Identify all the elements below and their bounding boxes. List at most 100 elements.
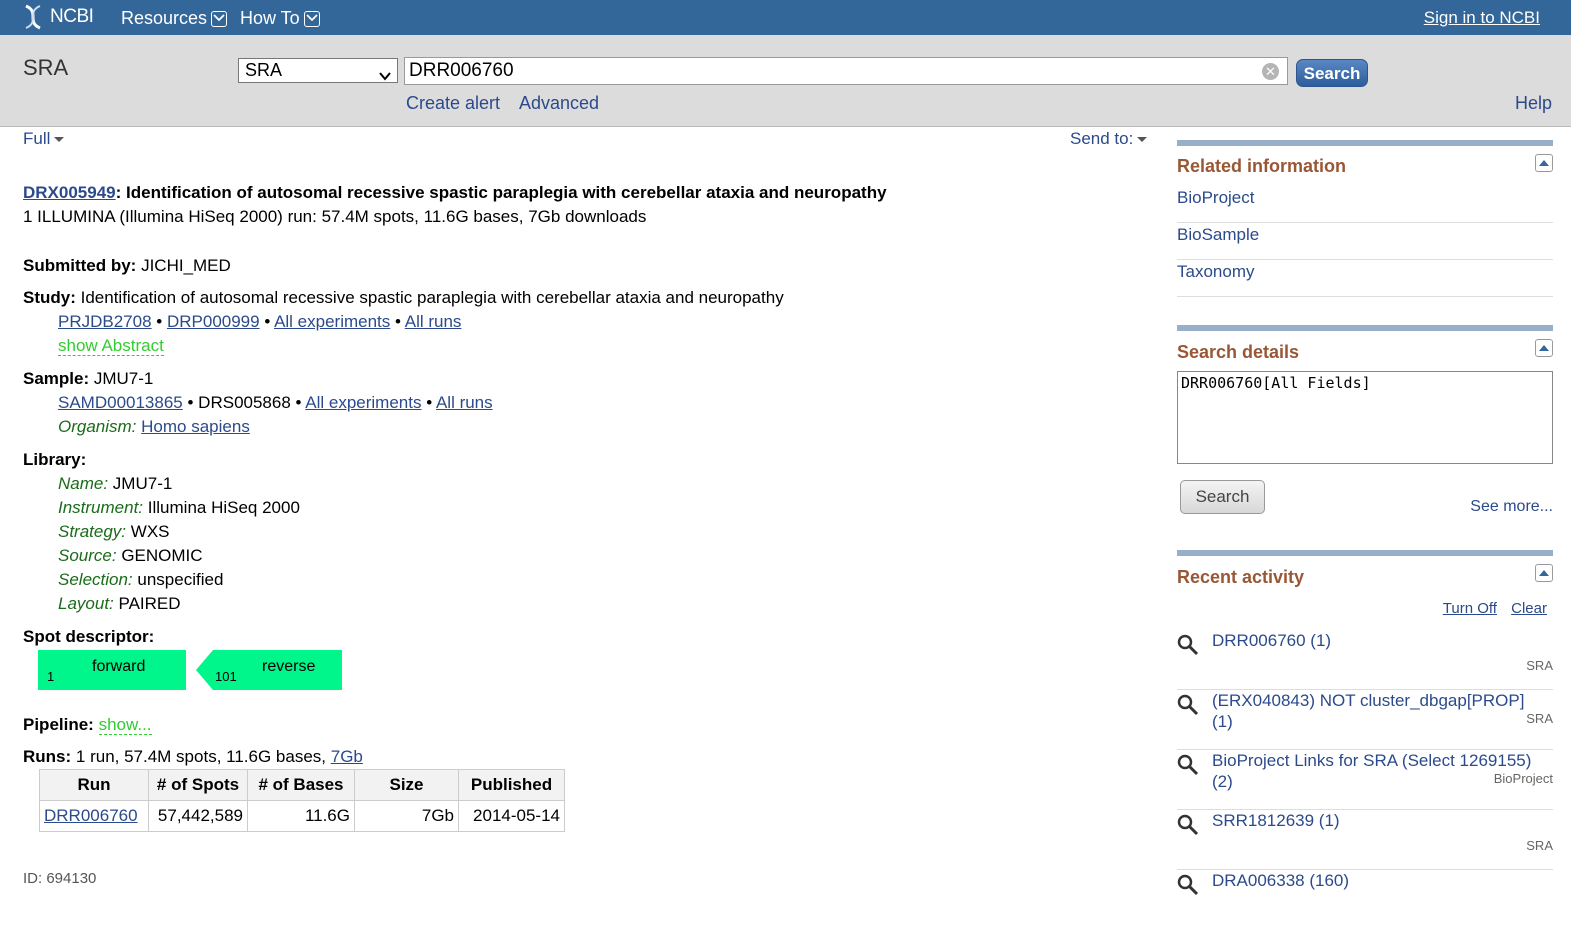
recent-activity-portlet: Recent activity Turn Off Clear DRR006760… [1177,550,1553,896]
related-item-bioproject[interactable]: BioProject [1177,186,1553,223]
see-more-link[interactable]: See more... [1470,498,1553,516]
collapse-icon[interactable] [1535,564,1553,582]
chevron-down-icon [211,10,228,27]
search-details-title: Search details [1177,342,1300,362]
study-all-runs-link[interactable]: All runs [405,312,462,331]
magnifier-icon [1177,814,1199,836]
biosample-link[interactable]: SAMD00013865 [58,393,183,412]
clear-link[interactable]: Clear [1511,600,1547,617]
send-to-menu[interactable]: Send to: [1070,129,1148,149]
collapse-icon[interactable] [1535,154,1553,172]
spot-descriptor-label: Spot descriptor: [23,627,155,646]
recent-activity-text: DRR006760 (1) [1212,631,1332,650]
library-label: Library: [23,450,87,469]
published-cell: 2014-05-14 [458,800,565,832]
collapse-icon[interactable] [1535,339,1553,357]
record-id: ID: 694130 [23,870,97,887]
search-input[interactable]: DRR006760 ✕ [404,57,1288,85]
study-label: Study: [23,288,76,307]
ncbi-logo[interactable]: NCBI [22,3,94,31]
sample-all-experiments-link[interactable]: All experiments [305,393,421,412]
study-accession-link[interactable]: DRP000999 [167,312,260,331]
related-information-portlet: Related information BioProject BioSample… [1177,140,1553,297]
search-input-value: DRR006760 [409,60,514,81]
library-field-value: Illumina HiSeq 2000 [143,498,300,517]
sample-links: SAMD00013865 • DRS005868 • All experimen… [58,393,493,413]
ncbi-logo-text: NCBI [50,6,94,27]
search-details-button[interactable]: Search [1180,480,1265,514]
recent-activity-db: SRA [1526,711,1553,726]
separator: • [182,393,199,412]
pipeline-label: Pipeline: [23,715,94,734]
organism-link[interactable]: Homo sapiens [141,417,250,436]
library-field-label: Selection: [58,570,133,589]
magnifier-icon [1177,754,1199,776]
experiment-accession-link[interactable]: DRX005949 [23,183,116,202]
runs-label: Runs: [23,747,72,766]
sample-line: Sample: JMU7-1 [23,369,153,389]
recent-activity-item[interactable]: SRR1812639 (1) SRA [1177,810,1553,870]
related-item-taxonomy[interactable]: Taxonomy [1177,260,1553,297]
recent-activity-item[interactable]: BioProject Links for SRA (Select 1269155… [1177,750,1553,810]
table-row: DRR006760 57,442,589 11.6G 7Gb 2014-05-1… [39,800,565,832]
howto-menu[interactable]: How To [240,8,320,29]
sign-in-link[interactable]: Sign in to NCBI [1424,8,1540,28]
column-header-size: Size [354,769,459,801]
display-format-menu[interactable]: Full [23,129,65,149]
advanced-search-link[interactable]: Advanced [519,93,599,114]
reverse-label: reverse [262,658,316,675]
related-item-biosample[interactable]: BioSample [1177,223,1553,260]
search-details-textarea[interactable]: DRR006760[All Fields] [1177,371,1553,464]
resources-menu[interactable]: Resources [121,8,228,29]
runs-download-link[interactable]: 7Gb [331,747,363,766]
library-strategy: Strategy: WXS [58,522,170,542]
sample-label: Sample: [23,369,90,388]
recent-activity-db: SRA [1526,658,1553,673]
search-button[interactable]: Search [1296,59,1368,87]
sample-all-runs-link[interactable]: All runs [436,393,493,412]
study-line: Study: Identification of autosomal reces… [23,288,784,308]
related-item-label: Taxonomy [1177,262,1255,281]
library-field-value: JMU7-1 [108,474,173,493]
recent-activity-db: SRA [1526,838,1553,853]
clear-icon[interactable]: ✕ [1262,63,1279,80]
recent-activity-title: Recent activity [1177,567,1305,587]
separator: • [151,312,167,331]
study-all-experiments-link[interactable]: All experiments [274,312,390,331]
library-field-value: WXS [126,522,170,541]
separator: • [421,393,436,412]
pipeline-show-link[interactable]: show... [98,715,152,735]
create-alert-link[interactable]: Create alert [406,93,500,114]
database-select[interactable]: SRA [238,58,398,83]
recent-activity-controls: Turn Off Clear [1443,600,1547,617]
recent-activity-item[interactable]: DRA006338 (160) [1177,870,1553,930]
bioproject-link[interactable]: PRJDB2708 [58,312,152,331]
recent-activity-item[interactable]: DRR006760 (1) SRA [1177,630,1553,690]
help-link[interactable]: Help [1515,93,1552,114]
library-field-label: Instrument: [58,498,144,517]
search-bar: SRA SRA DRR006760 ✕ Search Create alert … [0,35,1571,127]
sample-accession: DRS005868 [198,393,291,412]
turn-off-link[interactable]: Turn Off [1443,600,1497,617]
library-field-value: unspecified [132,570,224,589]
related-information-title: Related information [1177,156,1347,176]
display-format-label: Full [23,129,51,148]
library-field-label: Strategy: [58,522,127,541]
pipeline-line: Pipeline: show... [23,715,152,735]
recent-activity-item[interactable]: (ERX040843) NOT cluster_dbgap[PROP] (1) … [1177,690,1553,750]
send-to-label: Send to: [1070,129,1134,148]
magnifier-icon [1177,694,1199,716]
howto-label: How To [240,8,300,28]
run-accession-link[interactable]: DRR006760 [44,806,138,825]
reverse-position: 101 [215,669,237,684]
forward-label: forward [92,658,146,675]
show-abstract-wrap: show Abstract [58,336,164,356]
magnifier-icon [1177,634,1199,656]
bases-cell: 11.6G [247,800,355,832]
library-source: Source: GENOMIC [58,546,203,566]
library-layout: Layout: PAIRED [58,594,181,614]
library-field-label: Source: [58,546,117,565]
search-details-portlet: Search details DRR006760[All Fields] Sea… [1177,325,1553,525]
show-abstract-link[interactable]: show Abstract [58,336,164,356]
table-header-row: Run # of Spots # of Bases Size Published [39,769,565,801]
